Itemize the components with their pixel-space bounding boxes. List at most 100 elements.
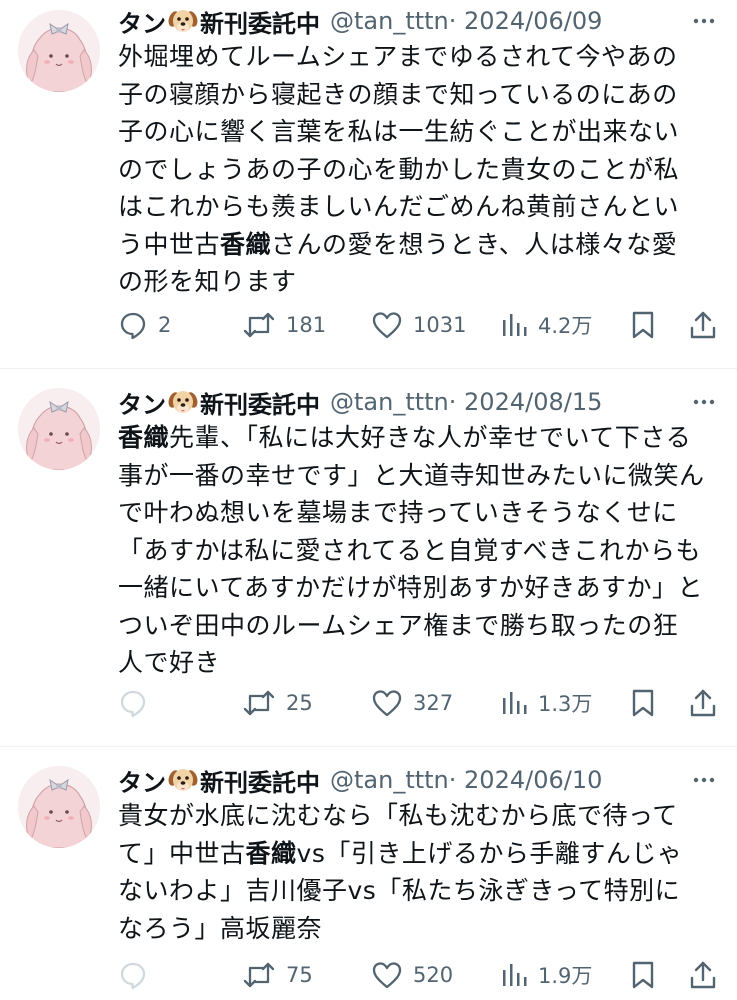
tweet-text-line: ついぞ田中のルームシェア権まで勝ち取ったの狂 bbox=[118, 607, 718, 645]
like-button[interactable]: 520 bbox=[371, 958, 453, 992]
speech-bubble-icon bbox=[118, 960, 148, 990]
retweet-count: 25 bbox=[286, 691, 313, 715]
tweet-text-line: う中世古香織さんの愛を想うとき、人は様々な愛 bbox=[118, 226, 718, 264]
display-name[interactable]: タン 新刊委託中 bbox=[118, 385, 320, 420]
tweet-text-line: 子の寝顔から寝起きの顔まで知っているのにあの bbox=[118, 76, 718, 114]
reply-button[interactable]: 2 bbox=[118, 308, 171, 342]
more-dots-icon[interactable] bbox=[691, 10, 717, 32]
dog-face-icon bbox=[166, 765, 200, 795]
retweet-count: 181 bbox=[286, 313, 327, 337]
tweet-text-line: の形を知ります bbox=[118, 263, 718, 301]
heart-icon bbox=[371, 688, 403, 718]
tweet-text-line: 「あすかは私に愛されてると自覚すべきこれからも bbox=[118, 532, 718, 570]
bookmark-icon bbox=[630, 688, 656, 718]
like-count: 1031 bbox=[413, 313, 467, 337]
action-bar: 2 181 1031 4.2万 bbox=[118, 308, 718, 342]
like-button[interactable]: 1031 bbox=[371, 308, 466, 342]
user-handle[interactable]: @tan_tttn bbox=[330, 7, 449, 35]
text-segment: 事が一番の幸せです」と大道寺知世みたいに微笑ん bbox=[118, 460, 705, 490]
avatar[interactable] bbox=[18, 10, 100, 92]
bookmark-button[interactable] bbox=[630, 308, 656, 342]
avatar[interactable] bbox=[18, 766, 100, 848]
bookmark-button[interactable] bbox=[630, 958, 656, 992]
views-button[interactable]: 1.3万 bbox=[500, 686, 592, 720]
tweet-text-line: 人で好き bbox=[118, 644, 718, 682]
tweet-header: タン 新刊委託中 @tan_tttn · 2024/06/09 bbox=[118, 4, 717, 38]
more-dots-icon[interactable] bbox=[691, 769, 717, 791]
bookmark-button[interactable] bbox=[630, 686, 656, 720]
speech-bubble-icon bbox=[118, 688, 148, 718]
share-button[interactable] bbox=[688, 308, 718, 342]
bookmark-icon bbox=[630, 960, 656, 990]
like-count: 520 bbox=[413, 963, 454, 987]
retweet-arrows-icon bbox=[242, 960, 276, 990]
user-handle[interactable]: @tan_tttn bbox=[330, 766, 449, 794]
reply-count: 2 bbox=[158, 313, 172, 337]
reply-button[interactable] bbox=[118, 958, 158, 992]
text-segment: 貴女が水底に沈むなら「私も沈むから底で待って bbox=[118, 801, 678, 830]
heart-icon bbox=[371, 960, 403, 990]
text-segment: 「あすかは私に愛されてると自覚すべきこれからも bbox=[118, 535, 702, 565]
tweet-text: 香織先輩、「私には大好きな人が幸せでいて下さる事が一番の幸せです」と大道寺知世み… bbox=[118, 419, 718, 682]
text-segment: なろう」高坂麗奈 bbox=[118, 913, 323, 943]
retweet-button[interactable]: 75 bbox=[242, 958, 313, 992]
tweet-date[interactable]: · 2024/08/15 bbox=[449, 388, 603, 416]
text-segment: さんの愛を想うとき、人は様々な愛 bbox=[271, 229, 678, 259]
display-name[interactable]: タン 新刊委託中 bbox=[118, 4, 320, 39]
tweet-text-line: 貴女が水底に沈むなら「私も沈むから底で待って bbox=[118, 797, 718, 835]
tweet-header: タン 新刊委託中 @tan_tttn · 2024/08/15 bbox=[118, 385, 717, 419]
display-name-part: タン bbox=[118, 9, 166, 38]
retweet-button[interactable]: 181 bbox=[242, 308, 326, 342]
view-count: 1.9万 bbox=[538, 964, 593, 988]
retweet-arrows-icon bbox=[242, 688, 276, 718]
share-button[interactable] bbox=[688, 686, 718, 720]
dog-face-icon bbox=[166, 6, 200, 36]
highlighted-text: 香織 bbox=[245, 838, 297, 868]
text-segment: 外堀埋めてルームシェアまでゆるされて今やあの bbox=[118, 42, 678, 71]
views-button[interactable]: 4.2万 bbox=[500, 308, 592, 342]
user-handle[interactable]: @tan_tttn bbox=[330, 388, 449, 416]
retweet-arrows-icon bbox=[242, 310, 276, 340]
views-button[interactable]: 1.9万 bbox=[500, 958, 592, 992]
text-segment: 先輩、「私には大好きな人が幸せでいて下さる bbox=[169, 423, 692, 452]
view-count: 4.2万 bbox=[538, 314, 593, 338]
text-segment: 人で好き bbox=[118, 648, 221, 677]
tweet-text-line: 外堀埋めてルームシェアまでゆるされて今やあの bbox=[118, 38, 718, 76]
action-bar: 75 520 1.9万 bbox=[118, 958, 718, 992]
retweet-button[interactable]: 25 bbox=[242, 686, 313, 720]
text-segment: 子の寝顔から寝起きの顔まで知っているのにあの bbox=[118, 79, 678, 109]
share-upload-icon bbox=[688, 310, 718, 340]
like-button[interactable]: 327 bbox=[371, 686, 453, 720]
display-name-part: 新刊委託中 bbox=[200, 768, 320, 797]
text-segment: 子の心に響く言葉を私は一生紡ぐことが出来ない bbox=[118, 117, 680, 146]
text-segment: vs「引き上げるから手離すんじゃ bbox=[296, 838, 683, 868]
tweet-text: 貴女が水底に沈むなら「私も沈むから底で待って て」中世古香織vs「引き上げるから手… bbox=[118, 797, 718, 947]
tweet-text-line: ないわよ」吉川優子vs「私たち泳ぎきって特別に bbox=[118, 872, 718, 910]
bar-chart-icon bbox=[500, 960, 528, 990]
text-segment: う中世古 bbox=[118, 229, 221, 259]
tweet-text-line: はこれからも羨ましいんだごめんね黄前さんとい bbox=[118, 188, 718, 226]
avatar[interactable] bbox=[18, 388, 100, 470]
text-segment: て」中世古 bbox=[118, 838, 246, 868]
text-segment: のでしょうあの子の心を動かした貴女のことが私 bbox=[118, 154, 680, 184]
tweet-date[interactable]: · 2024/06/10 bbox=[449, 766, 603, 794]
display-name[interactable]: タン 新刊委託中 bbox=[118, 763, 320, 798]
share-button[interactable] bbox=[688, 958, 718, 992]
highlighted-text: 香織 bbox=[118, 423, 170, 452]
text-segment: はこれからも羨ましいんだごめんね黄前さんとい bbox=[118, 192, 680, 221]
more-dots-icon[interactable] bbox=[691, 391, 717, 413]
tweet-divider bbox=[0, 746, 737, 747]
text-segment: 一緒にいてあすかだけが特別あすか好きあすか」と bbox=[118, 573, 704, 602]
share-upload-icon bbox=[688, 688, 718, 718]
share-upload-icon bbox=[688, 960, 718, 990]
display-name-part: タン bbox=[118, 768, 166, 797]
tweet-divider bbox=[0, 368, 737, 369]
text-segment: で叶わぬ想いを墓場まで持っていきそうなくせに bbox=[118, 498, 678, 527]
bar-chart-icon bbox=[500, 688, 528, 718]
tweet-text-line: 事が一番の幸せです」と大道寺知世みたいに微笑ん bbox=[118, 457, 718, 495]
reply-button[interactable] bbox=[118, 686, 158, 720]
like-count: 327 bbox=[413, 691, 454, 715]
heart-icon bbox=[371, 310, 403, 340]
tweet-date[interactable]: · 2024/06/09 bbox=[449, 7, 603, 35]
retweet-count: 75 bbox=[286, 963, 313, 987]
